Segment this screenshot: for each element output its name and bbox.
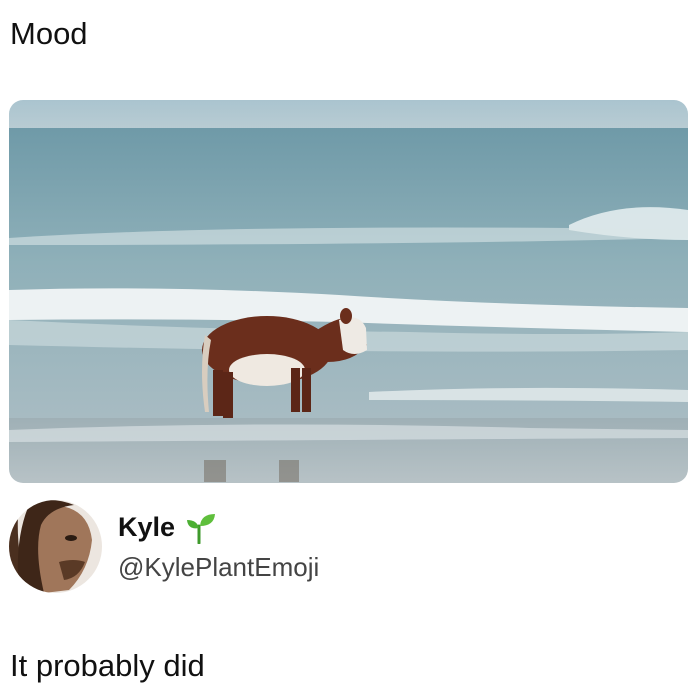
tweet-text: It probably did bbox=[10, 648, 205, 683]
beach-cow-photo bbox=[9, 100, 688, 483]
author-name-row: Kyle bbox=[118, 510, 217, 544]
avatar-image bbox=[9, 500, 102, 593]
meme-caption: Mood bbox=[10, 16, 88, 51]
sprout-icon bbox=[183, 510, 217, 544]
author-handle[interactable]: @KylePlantEmoji bbox=[118, 550, 319, 584]
tweet-photo[interactable] bbox=[9, 100, 688, 483]
avatar[interactable] bbox=[9, 500, 102, 593]
tweet-author: Kyle @KylePlantEmoji bbox=[9, 500, 609, 596]
author-name[interactable]: Kyle bbox=[118, 510, 175, 544]
